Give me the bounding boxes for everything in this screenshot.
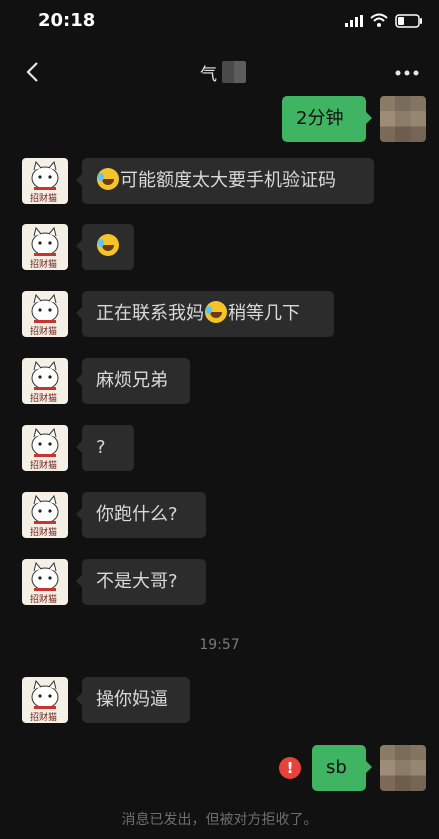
contact-avatar[interactable]: 招财猫 [22,291,68,337]
contact-avatar[interactable]: 招财猫 [22,425,68,471]
message-row: 招财猫 可能额度太大要手机验证码 [0,158,439,204]
back-icon[interactable] [22,60,44,84]
lucky-cat-icon: 招财猫 [30,360,59,404]
status-bar: 20:18 [0,0,439,44]
laughing-crying-emoji-icon [97,234,119,256]
message-row: 招财猫 麻烦兄弟 [0,358,439,404]
svg-text:招财猫: 招财猫 [30,392,57,404]
message-row: 招财猫 正在联系我妈 稍等几下 [0,291,439,337]
message-text: 稍等几下 [228,303,300,324]
time-divider: 19:57 [199,637,240,653]
svg-text:招财猫: 招财猫 [30,711,57,723]
message-text: 不是大哥? [96,571,178,592]
chat-title: 气 [200,65,217,85]
more-icon[interactable] [395,70,419,76]
incoming-bubble[interactable]: 你跑什么? [76,492,206,538]
lucky-cat-icon: 招财猫 [30,494,59,538]
laughing-crying-emoji-icon [205,301,227,323]
message-text: 2分钟 [296,108,344,129]
message-row: 招财猫 你跑什么? [0,492,439,538]
svg-text:招财猫: 招财猫 [30,526,57,538]
send-failed-icon[interactable]: ! [279,757,301,779]
lucky-cat-icon: 招财猫 [30,293,59,337]
contact-avatar[interactable]: 招财猫 [22,492,68,538]
contact-avatar[interactable]: 招财猫 [22,358,68,404]
message-text: 正在联系我妈 [96,303,204,324]
wifi-icon [370,13,388,27]
message-text: 麻烦兄弟 [96,370,168,391]
svg-text:招财猫: 招财猫 [30,593,57,605]
message-text: ? [96,437,106,458]
svg-text:招财猫: 招财猫 [30,258,57,270]
outgoing-bubble[interactable]: sb [312,745,372,791]
contact-avatar[interactable]: 招财猫 [22,158,68,204]
chat-header: 气 [0,44,439,100]
lucky-cat-icon: 招财猫 [30,226,59,270]
lucky-cat-icon: 招财猫 [30,561,59,605]
my-avatar[interactable] [380,96,426,142]
message-row: 招财猫 ? [0,425,439,471]
contact-avatar[interactable]: 招财猫 [22,559,68,605]
incoming-bubble[interactable]: 操你妈逼 [76,677,190,723]
incoming-bubble[interactable]: 可能额度太大要手机验证码 [76,158,374,204]
laughing-crying-emoji-icon [97,168,119,190]
contact-avatar[interactable]: 招财猫 [22,224,68,270]
status-time: 20:18 [38,10,96,31]
battery-icon [395,14,422,28]
message-row: 2分钟 [0,96,439,142]
incoming-bubble[interactable]: 不是大哥? [76,559,206,605]
svg-text:招财猫: 招财猫 [30,459,57,471]
signal-icon [345,15,363,27]
message-row: ! sb [0,745,439,791]
incoming-bubble[interactable]: 麻烦兄弟 [76,358,190,404]
contact-avatar[interactable]: 招财猫 [22,677,68,723]
system-note: 消息已发出，但被对方拒收了。 [121,812,318,828]
svg-text:招财猫: 招财猫 [30,325,57,337]
lucky-cat-icon: 招财猫 [30,427,59,471]
svg-text:招财猫: 招财猫 [30,192,57,204]
censored-name [222,61,246,83]
message-text: 操你妈逼 [96,689,168,710]
outgoing-bubble[interactable]: 2分钟 [282,96,372,142]
my-avatar[interactable] [380,745,426,791]
lucky-cat-icon: 招财猫 [30,160,59,204]
incoming-bubble[interactable] [76,224,134,270]
lucky-cat-icon: 招财猫 [30,679,59,723]
incoming-bubble[interactable]: 正在联系我妈 稍等几下 [76,291,334,337]
message-text: 你跑什么? [96,504,178,525]
message-row: 招财猫 不是大哥? [0,559,439,605]
message-row: 招财猫 操你妈逼 [0,677,439,723]
message-text: 可能额度太大要手机验证码 [120,170,336,191]
message-row: 招财猫 [0,224,439,270]
incoming-bubble[interactable]: ? [76,425,134,471]
message-text: sb [326,757,347,778]
